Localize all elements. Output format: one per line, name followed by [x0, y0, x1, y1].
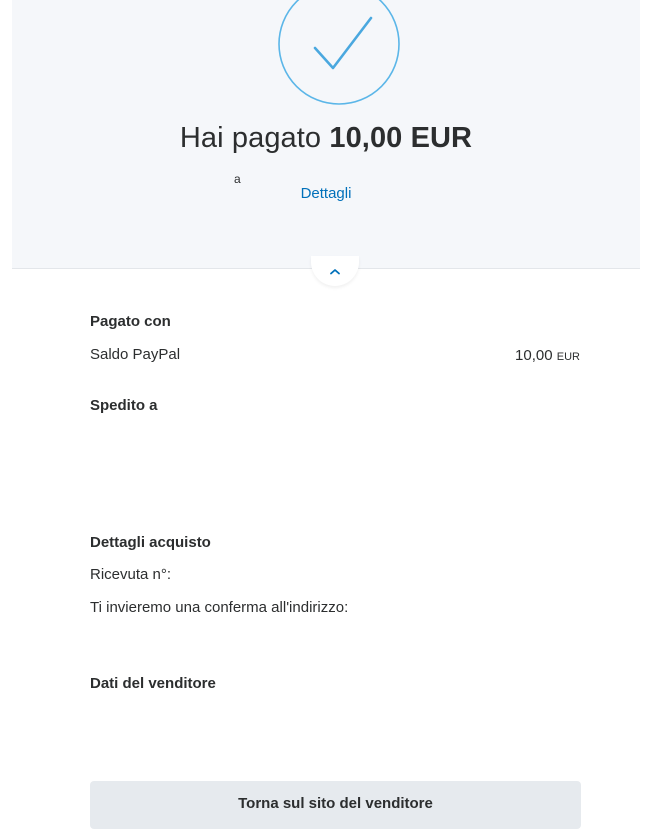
checkmark-circle-icon [278, 0, 400, 105]
paid-amount: 10,00 EUR [329, 122, 473, 154]
return-to-merchant-label: Torna sul sito del venditore [238, 795, 433, 812]
seller-info-heading: Dati del venditore [90, 675, 216, 692]
paid-with-heading: Pagato con [90, 313, 171, 330]
details-link[interactable]: Dettagli [0, 185, 652, 202]
payment-method: Saldo PayPal [90, 346, 181, 363]
receipt-number-label: Ricevuta n°: [90, 566, 172, 583]
title-prefix: Hai pagato [179, 122, 322, 154]
shipped-to-heading: Spedito a [90, 397, 158, 414]
chevron-up-icon [330, 268, 340, 274]
payment-amount-currency: EUR [556, 351, 580, 363]
payment-amount: 10,00 EUR [515, 347, 580, 364]
confirmation-header: Hai pagato 10,00 EUR a [12, 0, 640, 269]
payment-confirmation-title: Hai pagato 10,00 EUR [12, 122, 640, 155]
email-confirmation-notice: Ti invieremo una conferma all'indirizzo: [90, 599, 349, 616]
recipient-prefix: a [234, 172, 241, 186]
collapse-details-button[interactable] [311, 256, 359, 286]
payment-amount-value: 10,00 [515, 347, 553, 364]
purchase-details-heading: Dettagli acquisto [90, 534, 211, 551]
return-to-merchant-button[interactable]: Torna sul sito del venditore [90, 781, 581, 829]
